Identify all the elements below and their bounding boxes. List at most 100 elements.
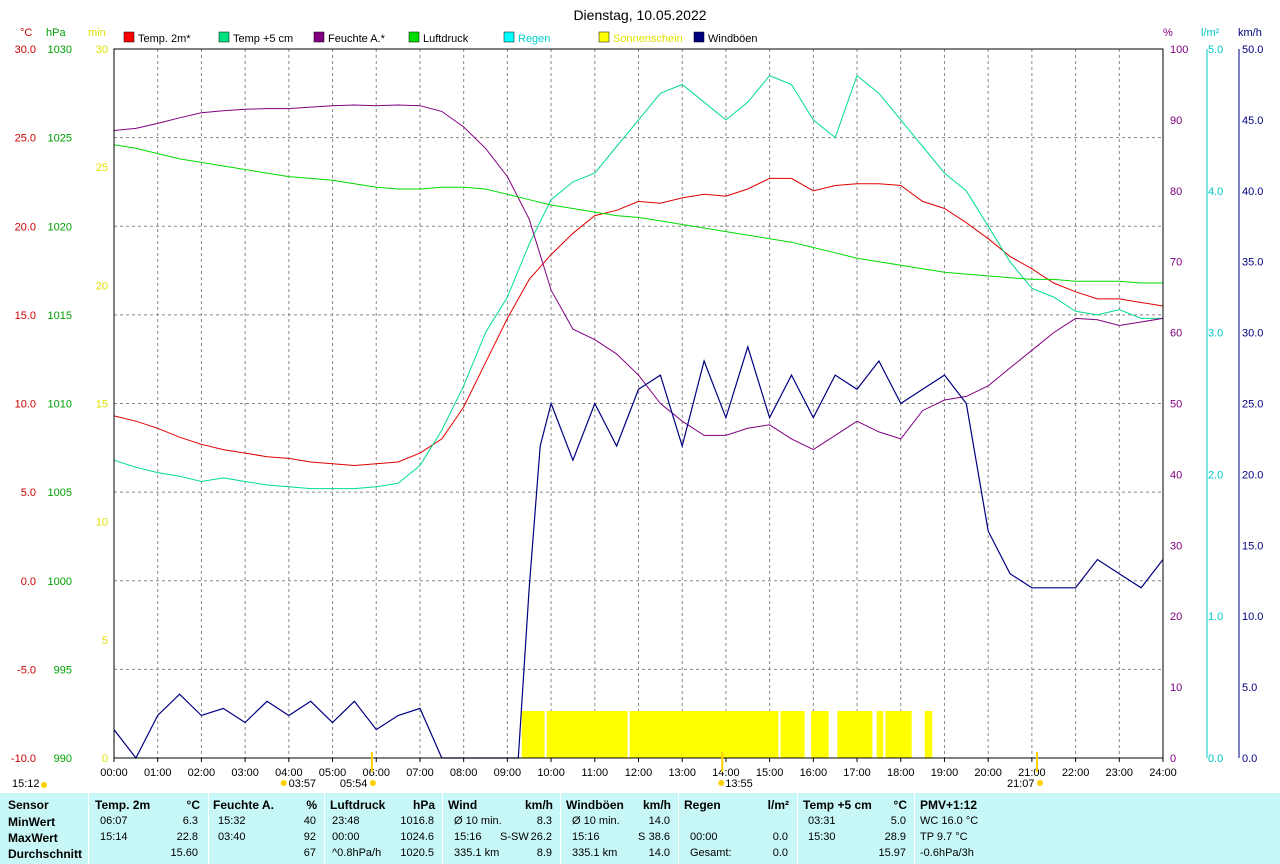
marker-sun-max: 13:55	[725, 778, 753, 790]
legend-label: Temp +5 cm	[233, 33, 293, 45]
x-tick-label: 19:00	[931, 767, 959, 779]
legend-label: Luftdruck	[423, 33, 469, 45]
tick-label-wind: 25.0	[1242, 399, 1263, 411]
sun-max-icon	[718, 780, 725, 786]
tick-label-temp: 5.0	[21, 487, 36, 499]
tick-label-humidity: 70	[1170, 257, 1182, 269]
x-tick-label: 15:00	[756, 767, 784, 779]
x-tick-label: 13:00	[668, 767, 696, 779]
footer-row-label: Durchschnitt	[8, 847, 83, 861]
tick-label-pressure: 1005	[48, 487, 72, 499]
x-tick-label: 01:00	[144, 767, 172, 779]
tick-label-humidity: 40	[1170, 469, 1182, 481]
tick-label-wind: 15.0	[1242, 540, 1263, 552]
wind-value: 8.9	[536, 847, 552, 859]
tick-label-temp: 20.0	[15, 221, 36, 233]
legend-label: Sonnenschein	[613, 33, 683, 45]
tick-label-pressure: 1000	[48, 576, 72, 588]
chart-legend: Temp. 2m* Temp +5 cm Feuchte A.* Luftdruck R…	[123, 31, 758, 45]
tick-label-rain: 4.0	[1208, 186, 1223, 198]
current-time-icon	[41, 782, 47, 788]
wind-value: 26.2	[530, 831, 552, 843]
current-time: 15:12	[12, 778, 40, 790]
temp5-value: 5.0	[890, 815, 906, 827]
x-tick-label: 22:00	[1062, 767, 1090, 779]
tick-label-temp: -10.0	[11, 753, 36, 765]
pmv-value: WC 16.0 °C	[920, 815, 979, 827]
x-tick-label: 03:00	[231, 767, 259, 779]
tick-label-rain: 5.0	[1208, 44, 1223, 56]
tick-label-rain: 3.0	[1208, 328, 1223, 340]
sunshine-bars	[521, 711, 933, 758]
hum-value: 40	[303, 815, 316, 827]
tick-label-wind: 20.0	[1242, 469, 1263, 481]
x-tick-label: 17:00	[843, 767, 871, 779]
marker-sunset: 21:07	[1007, 778, 1035, 790]
legend-swatch	[503, 31, 515, 43]
temp5-value: 15.97	[878, 847, 906, 859]
press-value: 1024.6	[400, 831, 434, 843]
footer-unit-hum: %	[306, 798, 317, 812]
gust-value: 14.0	[648, 847, 670, 859]
tick-label-humidity: 100	[1170, 44, 1188, 56]
wind-value: 8.3	[536, 815, 552, 827]
legend-swatch	[123, 31, 135, 43]
tick-label-pressure: 1010	[48, 399, 72, 411]
tick-label-wind: 40.0	[1242, 186, 1263, 198]
footer-header-sensor: Sensor	[8, 798, 49, 812]
sunrise-icon	[369, 780, 376, 786]
x-tick-label: 10:00	[537, 767, 565, 779]
legend-label: Regen	[518, 33, 550, 45]
footer-unit-press: hPa	[412, 798, 435, 812]
footer-unit-wind: km/h	[524, 798, 553, 812]
x-tick-label: 02:00	[188, 767, 216, 779]
legend-swatch	[408, 31, 420, 43]
tick-label-temp: -5.0	[17, 664, 36, 676]
x-tick-label: 00:00	[100, 767, 128, 779]
x-tick-label: 07:00	[406, 767, 434, 779]
axis-unit-pressure: hPa	[46, 27, 66, 39]
tick-label-temp: 0.0	[21, 576, 36, 588]
legend-swatch	[313, 31, 325, 43]
axis-unit-humidity: %	[1163, 27, 1173, 39]
hum-value: 67	[303, 847, 316, 859]
x-tick-label: 16:00	[800, 767, 828, 779]
tick-label-wind: 50.0	[1242, 44, 1263, 56]
temp5-value: 28.9	[884, 831, 906, 843]
tick-label-sun: 0	[102, 753, 108, 765]
tick-label-humidity: 80	[1170, 186, 1182, 198]
tick-label-pressure: 995	[54, 664, 72, 676]
tick-label-pressure: 1015	[48, 310, 72, 322]
x-tick-label: 08:00	[450, 767, 478, 779]
tick-label-temp: 10.0	[15, 399, 36, 411]
marker-moon-rise: 03:57	[289, 778, 317, 790]
tick-label-wind: 45.0	[1242, 115, 1263, 127]
tick-label-sun: 15	[96, 399, 108, 411]
tick-label-pressure: 990	[54, 753, 72, 765]
tick-label-humidity: 50	[1170, 399, 1182, 411]
tick-label-wind: 30.0	[1242, 328, 1263, 340]
legend-label: Windböen	[708, 33, 758, 45]
tick-label-rain: 2.0	[1208, 469, 1223, 481]
rain-value: 0.0	[772, 847, 788, 859]
sunshine-bar	[629, 711, 779, 758]
temp2m-value: 6.3	[182, 815, 198, 827]
sunshine-bar	[924, 711, 933, 758]
tick-label-humidity: 90	[1170, 115, 1182, 127]
temp2m-value: 22.8	[176, 831, 198, 843]
press-value: 1016.8	[400, 815, 434, 827]
x-tick-label: 20:00	[974, 767, 1002, 779]
sunshine-bar	[811, 711, 829, 758]
hum-value: 92	[303, 831, 316, 843]
tick-label-sun: 25	[96, 162, 108, 174]
tick-label-wind: 0.0	[1242, 753, 1257, 765]
tick-label-sun: 10	[96, 517, 108, 529]
tick-label-pressure: 1030	[48, 44, 72, 56]
press-value: 1020.5	[400, 847, 434, 859]
tick-label-humidity: 60	[1170, 328, 1182, 340]
marker-sunrise: 05:54	[340, 778, 368, 790]
pmv-value: -0.6hPa/3h	[920, 847, 974, 859]
x-tick-label: 24:00	[1149, 767, 1177, 779]
sunshine-bar	[885, 711, 912, 758]
footer-row-label: MinWert	[8, 815, 56, 829]
